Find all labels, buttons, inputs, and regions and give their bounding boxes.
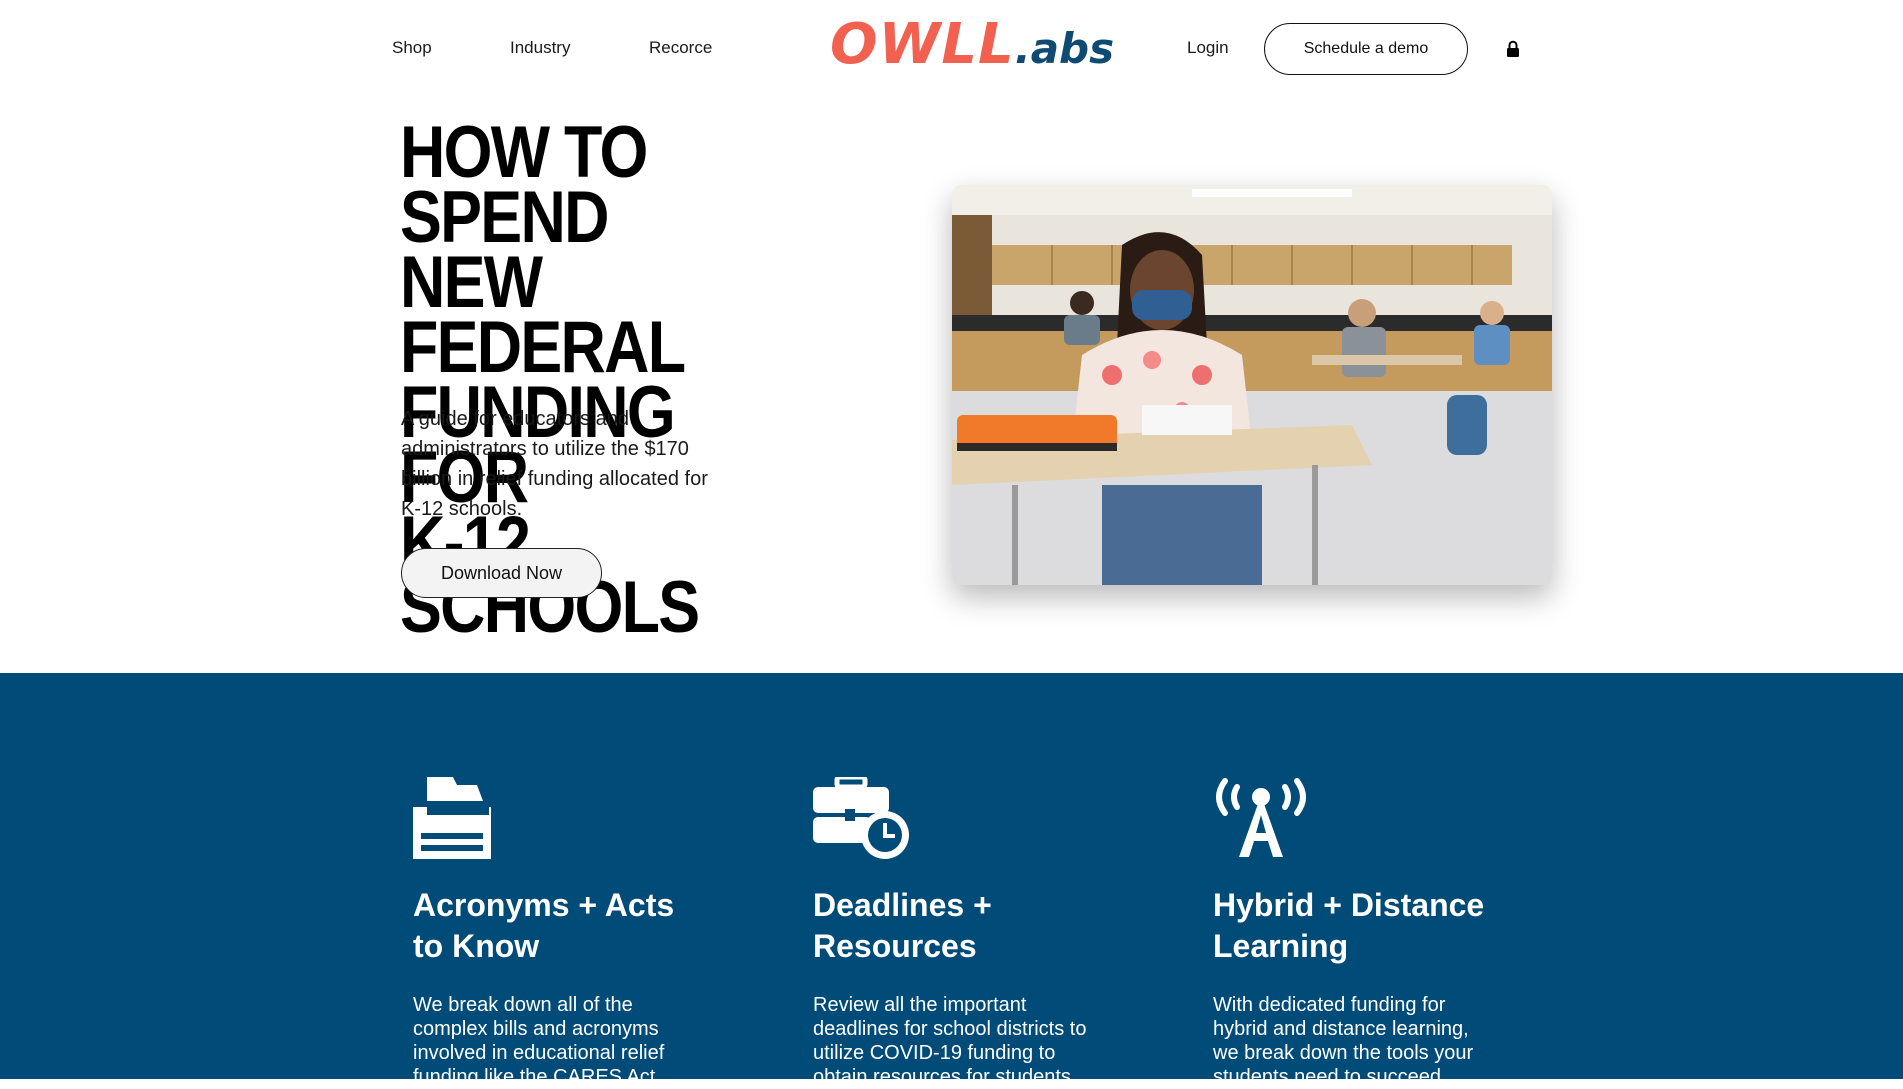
features-section: Acronyms + Acts to Know We break down al… <box>0 673 1903 1088</box>
schedule-demo-button[interactable]: Schedule a demo <box>1264 23 1468 75</box>
site-header: Shop Industry Recorce OWLL .abs Login Sc… <box>0 0 1903 98</box>
feature-body: With dedicated funding for hybrid and di… <box>1213 994 1474 1088</box>
download-now-button[interactable]: Download Now <box>401 548 602 598</box>
nav-industry[interactable]: Industry <box>510 38 570 58</box>
inbox-tray-icon <box>413 777 491 859</box>
lock-icon[interactable] <box>1506 40 1520 58</box>
feature-card: Acronyms + Acts to Know We break down al… <box>413 777 703 1089</box>
feature-title: Acronyms + Acts to Know <box>413 887 675 964</box>
feature-body: We break down all of the complex bills a… <box>413 994 665 1088</box>
feature-card: Deadlines + Resources Review all the imp… <box>813 777 1103 1089</box>
brand-logo[interactable]: OWLL .abs <box>830 12 1114 82</box>
hero-title-line: HOW TO SPEND <box>400 112 648 258</box>
login-link[interactable]: Login <box>1187 38 1229 58</box>
hero-title-line: NEW FEDERAL <box>400 242 686 388</box>
feature-body: Review all the important deadlines for s… <box>813 994 1087 1088</box>
logo-suffix-text: .abs <box>1014 24 1115 73</box>
feature-title: Deadlines + Resources <box>813 887 992 964</box>
broadcast-tower-icon <box>1216 778 1306 857</box>
feature-card: Hybrid + Distance Learning With dedicate… <box>1213 777 1503 1089</box>
hero-subtitle: A guide for educators and administrators… <box>401 408 708 520</box>
classroom-photo <box>952 185 1552 585</box>
logo-main-text: OWLL <box>830 12 1015 77</box>
nav-shop[interactable]: Shop <box>392 38 432 58</box>
briefcase-clock-icon <box>813 777 909 859</box>
feature-title: Hybrid + Distance Learning <box>1213 887 1485 964</box>
nav-resource[interactable]: Recorce <box>649 38 712 58</box>
